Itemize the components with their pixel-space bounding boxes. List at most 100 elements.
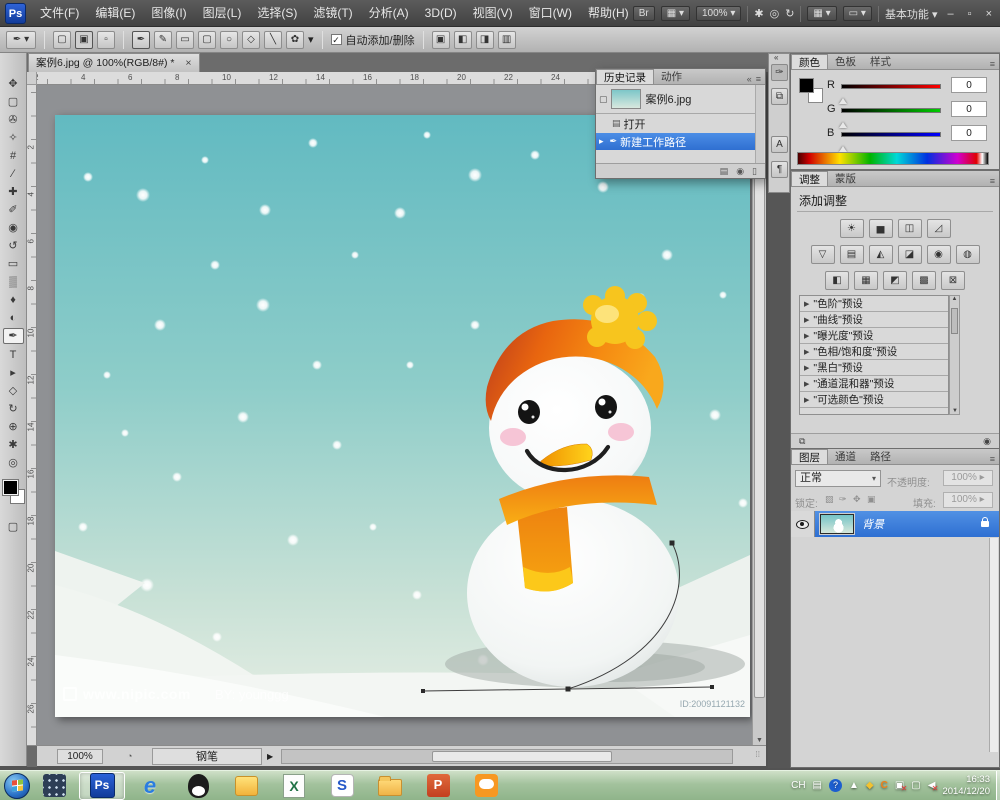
3d-orbit-tool[interactable]: ⊕ — [3, 420, 24, 434]
scroll-up-icon[interactable]: ▲ — [952, 296, 958, 302]
menu-select[interactable]: 选择(S) — [249, 0, 305, 26]
switch-panel-icon[interactable]: ⧉ — [799, 436, 805, 447]
expand-arrow-icon[interactable]: ▶ — [804, 316, 809, 324]
channel-mixer-button[interactable]: ◍ — [956, 245, 980, 264]
preset-selective-color[interactable]: ▶"可选颜色"预设 — [800, 392, 948, 408]
quick-mask-button[interactable]: ▢ — [3, 520, 24, 534]
add-shape-area-button[interactable]: ▣ — [432, 31, 450, 49]
start-button[interactable] — [4, 773, 30, 799]
history-brush-tool[interactable]: ↺ — [3, 239, 24, 253]
scroll-down-icon[interactable]: ▼ — [756, 737, 763, 744]
type-tool[interactable]: T — [3, 348, 24, 362]
clone-source-panel-icon[interactable]: ⧉ — [771, 88, 788, 105]
taskbar-sticky-notes[interactable] — [223, 772, 269, 800]
fill-slider-icon[interactable]: ▸ — [980, 494, 985, 505]
green-slider[interactable] — [841, 108, 941, 113]
lock-transparent-icon[interactable]: ▨ — [825, 494, 834, 505]
blend-mode-dropdown[interactable]: 正常▾ — [795, 470, 881, 487]
clone-stamp-tool[interactable]: ◉ — [3, 221, 24, 235]
opacity-field[interactable]: 100% ▸ — [943, 470, 993, 486]
show-desktop-button[interactable] — [996, 771, 1000, 800]
tab-layers[interactable]: 图层 — [791, 449, 828, 464]
brightness-contrast-button[interactable]: ☀ — [840, 219, 864, 238]
history-source-icon[interactable]: ▢ — [599, 94, 608, 105]
expand-arrow-icon[interactable]: ▶ — [804, 364, 809, 372]
layer-visibility-cell[interactable] — [791, 511, 815, 537]
rectangle-tool-button[interactable]: ▭ — [176, 31, 194, 49]
menu-layer[interactable]: 图层(L) — [195, 0, 250, 26]
preset-curves[interactable]: ▶"曲线"预设 — [800, 312, 948, 328]
history-snapshot-row[interactable]: ▢ 案例6.jpg — [596, 87, 756, 111]
history-selected-row[interactable]: ▸ ✒ 新建工作路径 — [596, 133, 756, 150]
green-value-field[interactable]: 0 — [951, 101, 987, 117]
color-spectrum-ramp[interactable] — [797, 152, 989, 165]
shape-layers-button[interactable]: ▢ — [53, 31, 71, 49]
crop-tool[interactable]: # — [3, 149, 24, 163]
color-balance-button[interactable]: ◭ — [869, 245, 893, 264]
path-handle[interactable] — [421, 689, 425, 693]
menu-edit[interactable]: 编辑(E) — [87, 0, 143, 26]
blue-value-field[interactable]: 0 — [951, 125, 987, 141]
panel-menu-icon[interactable]: ≡ — [756, 74, 761, 84]
paragraph-panel-icon[interactable]: ¶ — [771, 161, 788, 178]
quick-selection-tool[interactable]: ✧ — [3, 131, 24, 145]
language-indicator[interactable]: CH — [791, 780, 805, 791]
posterize-button[interactable]: ▦ — [854, 271, 878, 290]
preset-exposure[interactable]: ▶"曝光度"预设 — [800, 328, 948, 344]
pasteboard[interactable]: www.nipic.com BY: younggg ID:20091121132 — [37, 85, 752, 745]
lock-all-icon[interactable]: ▣ — [867, 494, 876, 505]
exclude-shape-area-button[interactable]: ▥ — [498, 31, 516, 49]
scroll-down-icon[interactable]: ▼ — [952, 408, 958, 414]
tab-styles[interactable]: 样式 — [863, 54, 898, 69]
gradient-tool[interactable]: ▒ — [3, 275, 24, 289]
bridge-button[interactable]: Br — [633, 6, 655, 21]
volume-icon[interactable]: ◀✕ — [928, 780, 936, 791]
show-hidden-icons[interactable]: ▲ — [849, 780, 859, 791]
display-icon[interactable]: ▢ — [911, 780, 920, 791]
taskbar-powerpoint[interactable]: P — [415, 772, 461, 800]
delete-state-icon[interactable]: ▯ — [752, 166, 757, 177]
tab-paths[interactable]: 路径 — [863, 449, 898, 464]
gradient-map-button[interactable]: ▩ — [912, 271, 936, 290]
shape-tool[interactable]: ◇ — [3, 384, 24, 398]
menu-3d[interactable]: 3D(D) — [417, 0, 465, 26]
arrange-documents-button[interactable]: ▦ ▾ — [661, 6, 690, 21]
intersect-shape-area-button[interactable]: ◨ — [476, 31, 494, 49]
menu-image[interactable]: 图像(I) — [143, 0, 194, 26]
fill-pixels-button[interactable]: ▫ — [97, 31, 115, 49]
menu-help[interactable]: 帮助(H) — [580, 0, 637, 26]
invert-button[interactable]: ◧ — [825, 271, 849, 290]
collapse-icon[interactable]: « — [747, 74, 752, 84]
taskbar-explorer[interactable] — [367, 772, 413, 800]
expand-arrow-icon[interactable]: ▶ — [804, 396, 809, 404]
network-icon[interactable]: ▣✕ — [895, 780, 904, 791]
history-open-row[interactable]: ▤ 打开 — [596, 115, 756, 132]
healing-brush-tool[interactable]: ✚ — [3, 185, 24, 199]
custom-shape-button[interactable]: ✿ — [286, 31, 304, 49]
vertical-scrollbar[interactable]: ▲ ▼ — [752, 85, 766, 745]
line-tool-button[interactable]: ╲ — [264, 31, 282, 49]
tab-adjustments[interactable]: 调整 — [791, 171, 828, 186]
taskbar-sogou[interactable]: S — [319, 772, 365, 800]
pen-tool-button[interactable]: ✒ — [132, 31, 150, 49]
taskbar-qq[interactable] — [175, 772, 221, 800]
dropdown-icon[interactable]: ▾ — [308, 33, 314, 46]
restore-button[interactable]: ▫ — [964, 8, 976, 20]
zoom-tool[interactable]: ◎ — [3, 456, 24, 470]
expand-arrow-icon[interactable]: ▶ — [804, 348, 809, 356]
path-selection-tool[interactable]: ▸ — [3, 366, 24, 380]
help-tray-icon[interactable]: ? — [829, 779, 842, 792]
new-snapshot-icon[interactable]: ◉ — [736, 166, 744, 177]
pen-tool-selected[interactable]: ✒ — [3, 328, 24, 344]
freeform-pen-button[interactable]: ✎ — [154, 31, 172, 49]
brushes-panel-icon[interactable]: ✑ — [771, 64, 788, 81]
tab-history[interactable]: 历史记录 — [596, 69, 654, 84]
horizontal-scroll-thumb[interactable] — [432, 751, 612, 762]
lasso-tool[interactable]: ✇ — [3, 113, 24, 127]
eyedropper-tool[interactable]: ∕ — [3, 167, 24, 181]
preset-channel-mixer[interactable]: ▶"通道混和器"预设 — [800, 376, 948, 392]
expand-dock-icon[interactable]: « — [774, 53, 778, 62]
tab-masks[interactable]: 蒙版 — [828, 171, 863, 186]
status-play-icon[interactable]: ▶ — [267, 752, 273, 761]
preset-hue-saturation[interactable]: ▶"色相/饱和度"预设 — [800, 344, 948, 360]
